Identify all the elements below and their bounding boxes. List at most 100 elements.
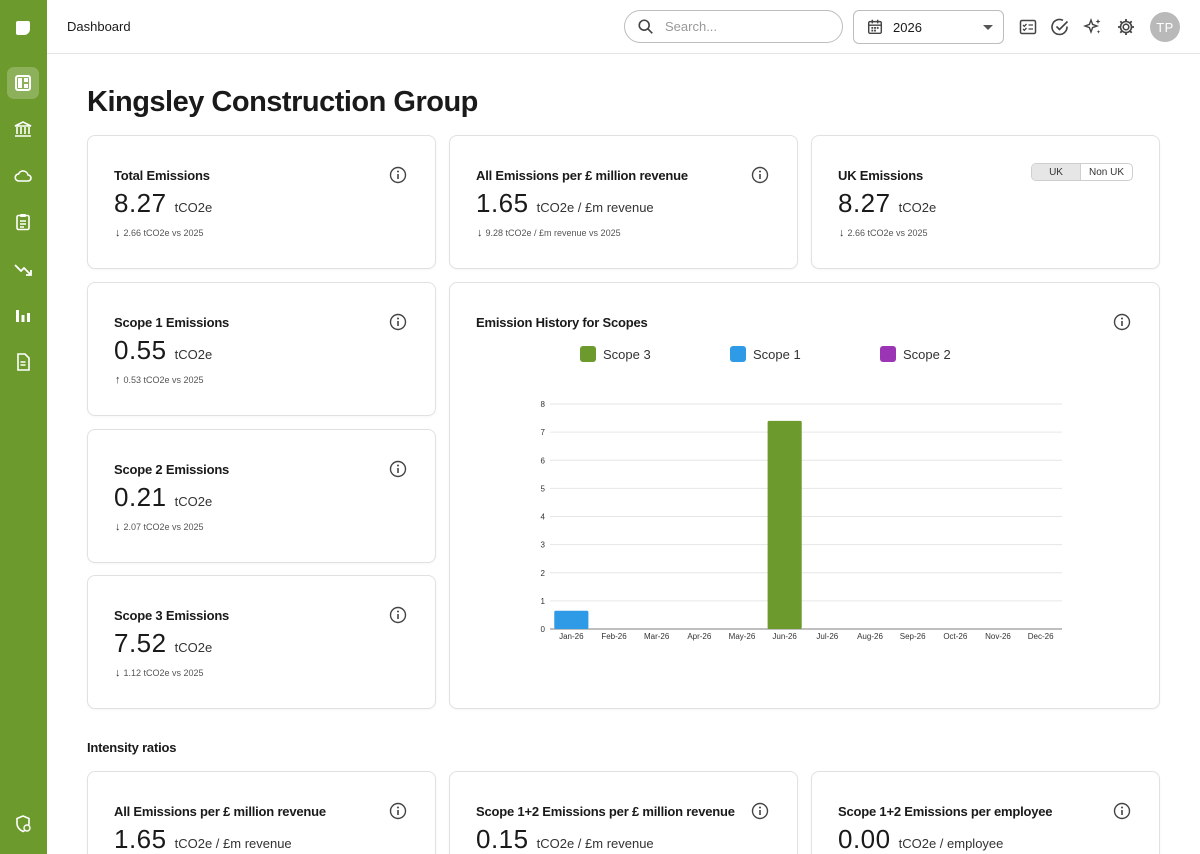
x-tick-label: Oct-26 [943, 632, 968, 641]
info-icon[interactable] [389, 802, 407, 820]
sparkle-icon[interactable] [1082, 16, 1104, 38]
year-select[interactable]: 2026 [853, 10, 1004, 44]
avatar[interactable]: TP [1150, 12, 1180, 42]
toggle-uk[interactable]: UK [1032, 164, 1081, 180]
x-tick-label: Jun-26 [772, 632, 797, 641]
dashboard-icon[interactable] [7, 67, 39, 99]
uk-toggle[interactable]: UK Non UK [1031, 163, 1133, 181]
delta-text: 2.66 tCO2e vs 2025 [847, 228, 928, 238]
arrow-down-icon: ↓ [839, 227, 845, 239]
bank-icon[interactable] [7, 113, 39, 145]
card-unit: tCO2e / employee [898, 836, 1004, 851]
info-icon[interactable] [389, 460, 407, 478]
settings-shield-icon[interactable] [7, 808, 39, 840]
card-unit: tCO2e [174, 347, 213, 362]
card-unit: tCO2e [174, 200, 213, 215]
card-value: 0.00 [838, 824, 891, 854]
intensity-card-revenue: All Emissions per £ million revenue 1.65… [87, 771, 436, 854]
scope1-card: Scope 1 Emissions 0.55 tCO2e ↑ 0.53 tCO2e … [87, 282, 436, 416]
card-value: 7.52 [114, 628, 167, 658]
gear-icon[interactable] [1115, 16, 1137, 38]
card-unit: tCO2e / £m revenue [536, 836, 654, 851]
card-title: Scope 1+2 Emissions per £ million revenu… [476, 804, 735, 819]
top-bar: Dashboard 2026 TP [47, 0, 1200, 54]
arrow-down-icon: ↓ [115, 227, 121, 239]
x-tick-label: Mar-26 [644, 632, 670, 641]
info-icon[interactable] [751, 802, 769, 820]
card-delta: ↑ 0.53 tCO2e vs 2025 [115, 374, 204, 386]
card-title: All Emissions per £ million revenue [114, 804, 326, 819]
bar-scope3-jun-26 [767, 420, 802, 629]
search-input[interactable] [665, 19, 815, 34]
card-value: 1.65 [476, 188, 529, 218]
x-tick-label: Sep-26 [900, 632, 926, 641]
info-icon[interactable] [751, 166, 769, 184]
x-tick-label: Dec-26 [1028, 632, 1054, 641]
intensity-card-scope12-revenue: Scope 1+2 Emissions per £ million revenu… [449, 771, 798, 854]
y-tick-label: 7 [541, 428, 546, 437]
checklist-icon[interactable] [1017, 16, 1039, 38]
x-tick-label: Feb-26 [601, 632, 627, 641]
y-tick-label: 8 [541, 400, 546, 409]
card-value: 0.21 [114, 482, 167, 512]
info-icon[interactable] [389, 313, 407, 331]
uk-emissions-card: UK Emissions UK Non UK 8.27 tCO2e ↓ 2.66 t… [811, 135, 1160, 269]
x-tick-label: May-26 [729, 632, 756, 641]
card-unit: tCO2e / £m revenue [536, 200, 654, 215]
x-tick-label: Aug-26 [857, 632, 883, 641]
emission-history-chart-card: Emission History for Scopes Scope 3 Scop… [449, 282, 1160, 709]
card-unit: tCO2e [174, 640, 213, 655]
x-tick-label: Nov-26 [985, 632, 1011, 641]
y-tick-label: 6 [541, 456, 546, 465]
x-tick-label: Jan-26 [559, 632, 584, 641]
scope3-card: Scope 3 Emissions 7.52 tCO2e ↓ 1.12 tCO2e … [87, 575, 436, 709]
card-delta: ↓ 1.12 tCO2e vs 2025 [115, 667, 204, 679]
card-title: All Emissions per £ million revenue [476, 168, 688, 183]
card-value: 0.55 [114, 335, 167, 365]
clipboard-icon[interactable] [7, 206, 39, 238]
card-title: Scope 2 Emissions [114, 462, 230, 477]
card-unit: tCO2e [898, 200, 937, 215]
card-delta: ↓ 2.07 tCO2e vs 2025 [115, 521, 204, 533]
trending-down-icon[interactable] [7, 253, 39, 285]
x-tick-label: Jul-26 [816, 632, 838, 641]
card-unit: tCO2e / £m revenue [174, 836, 292, 851]
card-delta: ↓ 9.28 tCO2e / £m revenue vs 2025 [477, 227, 621, 239]
info-icon[interactable] [389, 166, 407, 184]
card-value: 1.65 [114, 824, 167, 854]
y-tick-label: 0 [541, 625, 546, 634]
page-title: Kingsley Construction Group [87, 86, 478, 118]
card-unit: tCO2e [174, 494, 213, 509]
card-title: Scope 3 Emissions [114, 608, 230, 623]
sidebar [0, 0, 47, 854]
arrow-down-icon: ↓ [115, 521, 121, 533]
arrow-down-icon: ↓ [477, 227, 483, 239]
toggle-non-uk[interactable]: Non UK [1081, 164, 1132, 180]
card-value: 0.15 [476, 824, 529, 854]
arrow-up-icon: ↑ [115, 374, 121, 386]
cloud-icon[interactable] [7, 160, 39, 192]
info-icon[interactable] [1113, 802, 1131, 820]
year-value: 2026 [893, 19, 922, 35]
logo-icon[interactable] [7, 12, 39, 44]
section-title: Intensity ratios [87, 740, 177, 755]
y-tick-label: 4 [541, 513, 546, 522]
card-value: 8.27 [114, 188, 167, 218]
card-title: Scope 1+2 Emissions per employee [838, 804, 1053, 819]
delta-text: 1.12 tCO2e vs 2025 [123, 668, 204, 678]
card-title: Total Emissions [114, 168, 210, 183]
x-tick-label: Apr-26 [687, 632, 712, 641]
document-icon[interactable] [7, 346, 39, 378]
card-title: UK Emissions [838, 168, 924, 183]
y-tick-label: 3 [541, 541, 546, 550]
bar-chart-icon[interactable] [7, 300, 39, 332]
check-circle-icon[interactable] [1049, 16, 1071, 38]
info-icon[interactable] [389, 606, 407, 624]
delta-text: 0.53 tCO2e vs 2025 [123, 375, 204, 385]
arrow-down-icon: ↓ [115, 667, 121, 679]
breadcrumb[interactable]: Dashboard [67, 19, 131, 34]
search-box[interactable] [624, 10, 843, 43]
chevron-down-icon [983, 25, 993, 30]
card-value: 8.27 [838, 188, 891, 218]
y-tick-label: 5 [541, 484, 546, 493]
